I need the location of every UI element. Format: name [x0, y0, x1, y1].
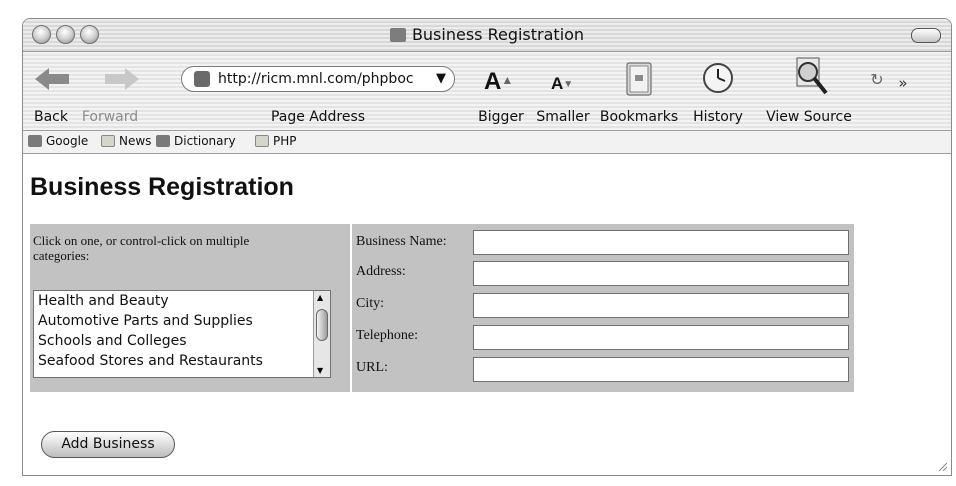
window-title: Business Registration: [23, 25, 951, 44]
bookmark-dictionary[interactable]: Dictionary: [156, 134, 236, 148]
address-label: Page Address: [270, 109, 366, 125]
add-business-button[interactable]: Add Business: [41, 431, 175, 458]
forward-button[interactable]: Forward: [71, 52, 149, 130]
category-option[interactable]: Health and Beauty: [38, 293, 169, 309]
address-label: Address:: [356, 264, 406, 279]
bookmark-label: Dictionary: [174, 134, 236, 148]
bigger-button[interactable]: A▲ Bigger: [473, 52, 529, 130]
history-clock-icon: [703, 63, 733, 93]
business-name-field[interactable]: [473, 230, 849, 255]
business-form-panel: Business Name: Address: City: Telephone:…: [352, 224, 854, 392]
history-button[interactable]: History: [689, 52, 747, 130]
site-icon: [28, 135, 42, 147]
browser-window: Business Registration Back Forward http:…: [22, 18, 952, 476]
category-panel: Click on one, or control-click on multip…: [30, 224, 350, 392]
city-field[interactable]: [473, 293, 849, 318]
bigger-text-icon: A▲: [484, 68, 514, 95]
bookmarks-button[interactable]: Bookmarks: [595, 52, 683, 130]
refresh-icon[interactable]: ↻: [867, 70, 887, 90]
toolbar-toggle-button[interactable]: [911, 28, 941, 43]
site-icon: [156, 135, 170, 147]
bookmark-label: PHP: [273, 134, 297, 148]
category-listbox[interactable]: Health and Beauty Automotive Parts and S…: [33, 290, 331, 378]
history-label: History: [693, 109, 743, 125]
business-name-label: Business Name:: [356, 234, 447, 249]
back-button[interactable]: Back: [31, 52, 71, 130]
view-source-label: View Source: [766, 109, 852, 125]
back-arrow-icon: [35, 68, 69, 90]
address-field-input[interactable]: [473, 261, 849, 286]
smaller-label: Smaller: [536, 109, 590, 125]
address-field[interactable]: http://ricm.mnl.com/phpboc ▼: [181, 66, 455, 92]
resize-grip-icon[interactable]: [937, 461, 947, 471]
window-title-text: Business Registration: [411, 25, 585, 44]
scroll-down-icon[interactable]: ▼: [317, 366, 323, 375]
address-url: http://ricm.mnl.com/phpboc: [218, 71, 414, 87]
page-content: Business Registration Click on one, or c…: [23, 154, 951, 475]
bookmark-php[interactable]: PHP: [255, 134, 297, 148]
bookmark-google[interactable]: Google: [28, 134, 88, 148]
url-label: URL:: [356, 360, 388, 375]
category-option[interactable]: Schools and Colleges: [38, 333, 187, 349]
title-bar: Business Registration: [23, 19, 951, 52]
scroll-up-icon[interactable]: ▲: [317, 293, 323, 302]
bookmark-label: Google: [46, 134, 89, 148]
forward-label: Forward: [81, 109, 139, 125]
view-source-magnifier-icon: [796, 57, 828, 95]
bookmarks-book-icon: [626, 62, 652, 96]
address-dropdown-icon[interactable]: ▼: [436, 67, 446, 91]
bookmark-news[interactable]: News: [101, 134, 151, 148]
bigger-label: Bigger: [478, 109, 524, 125]
toolbar-overflow-icon[interactable]: »: [893, 74, 913, 94]
folder-icon: [255, 135, 269, 147]
view-source-button[interactable]: View Source: [759, 52, 859, 130]
category-option[interactable]: Automotive Parts and Supplies: [38, 313, 253, 329]
telephone-field[interactable]: [473, 325, 849, 350]
smaller-text-icon: A▼: [551, 74, 574, 93]
back-label: Back: [34, 109, 68, 125]
smaller-button[interactable]: A▼ Smaller: [533, 52, 593, 130]
bookmarks-bar: Google News Dictionary PHP: [23, 131, 951, 154]
bookmark-label: News: [119, 134, 152, 148]
city-label: City:: [356, 296, 385, 311]
site-icon: [194, 71, 210, 87]
category-instructions: Click on one, or control-click on multip…: [33, 233, 250, 263]
category-scrollbar[interactable]: ▲ ▼: [313, 291, 330, 377]
folder-icon: [101, 135, 115, 147]
url-field[interactable]: [473, 357, 849, 382]
scroll-thumb[interactable]: [316, 309, 328, 341]
page-icon: [389, 28, 406, 42]
category-option[interactable]: Seafood Stores and Restaurants: [38, 353, 263, 369]
bookmarks-label: Bookmarks: [599, 109, 679, 125]
page-title: Business Registration: [30, 173, 294, 201]
forward-arrow-icon: [105, 68, 139, 90]
telephone-label: Telephone:: [356, 328, 418, 343]
toolbar: Back Forward http://ricm.mnl.com/phpboc ▼…: [23, 52, 951, 131]
